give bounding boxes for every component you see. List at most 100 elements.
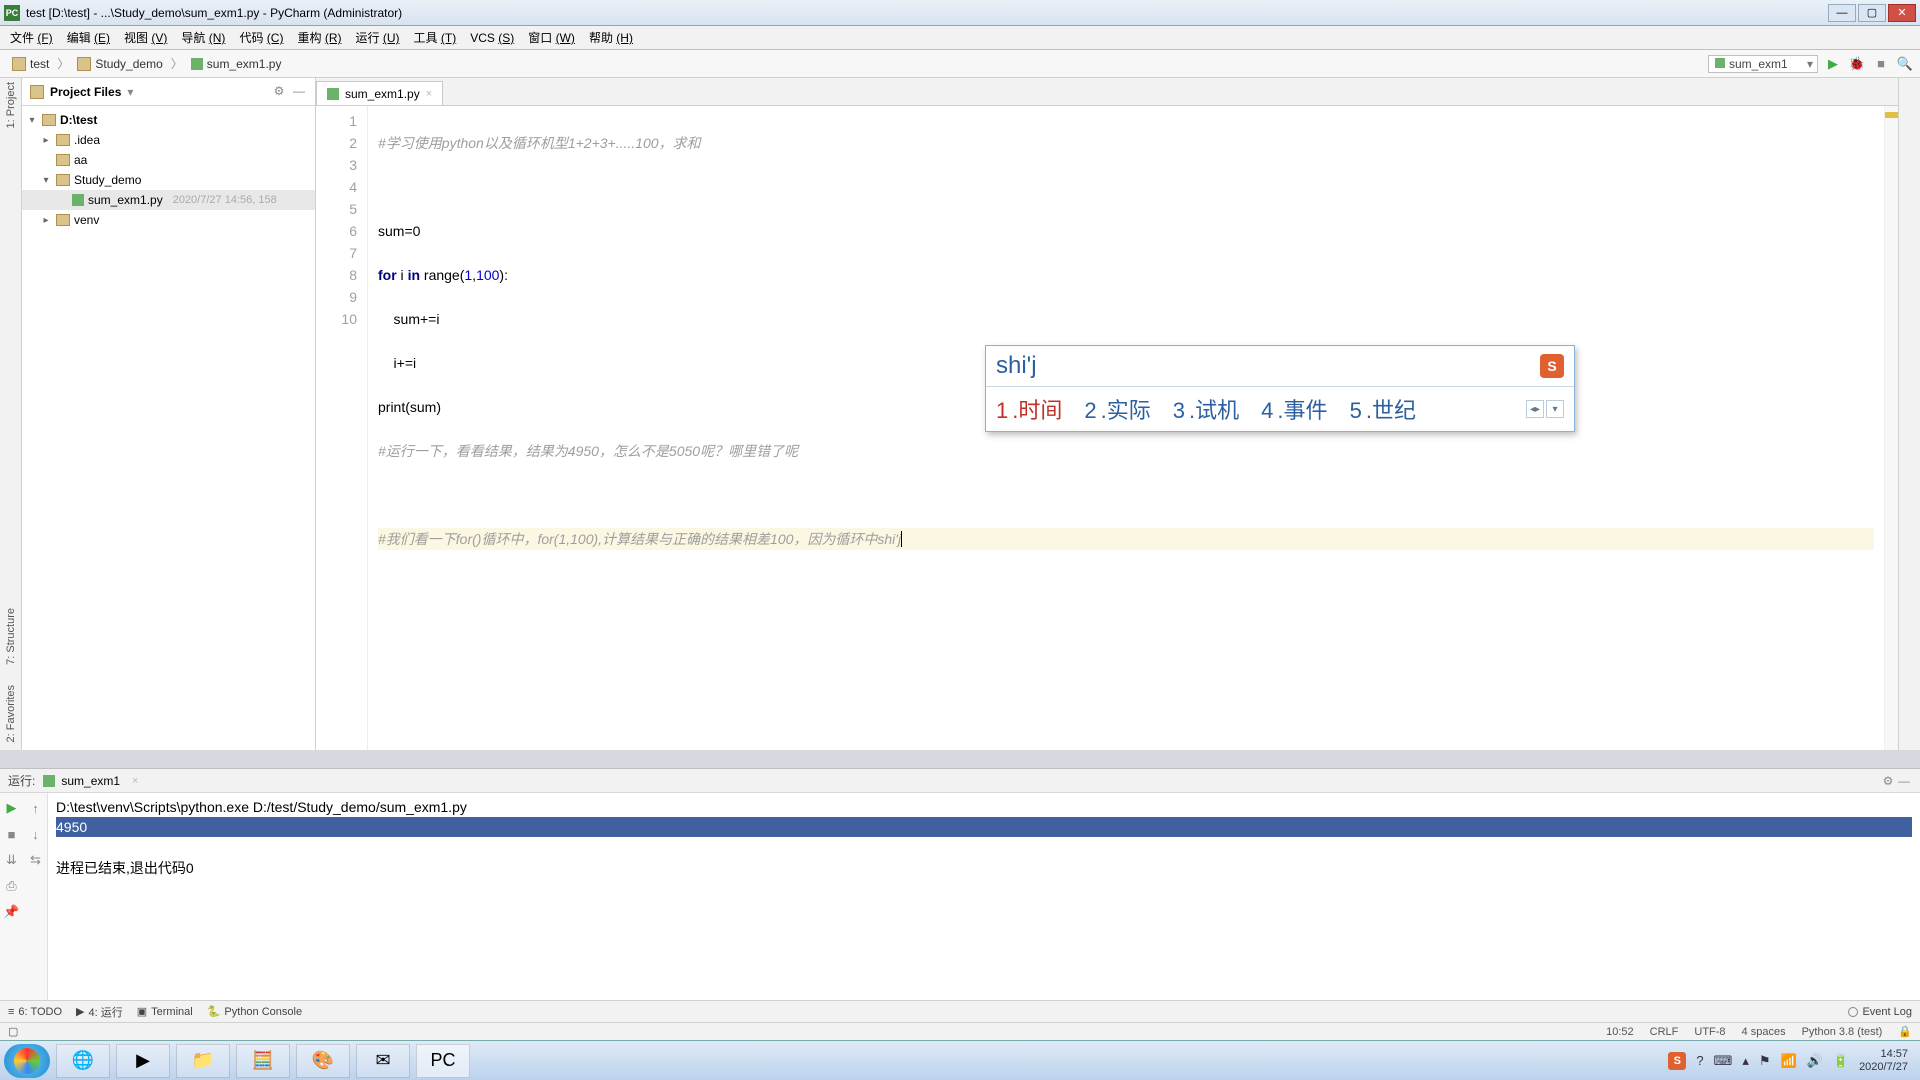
status-interpreter[interactable]: Python 3.8 (test): [1802, 1026, 1883, 1038]
stop-button[interactable]: ■: [1872, 55, 1890, 73]
down-stack-button[interactable]: ↓: [27, 825, 45, 843]
pin-button[interactable]: 📌: [3, 903, 21, 921]
status-lock-icon[interactable]: 🔒: [1898, 1025, 1912, 1038]
tray-volume-icon[interactable]: 🔊: [1807, 1053, 1823, 1069]
minimize-button[interactable]: —: [1828, 4, 1856, 22]
tab-python-console[interactable]: 🐍 Python Console: [207, 1005, 302, 1018]
tray-keyboard-icon[interactable]: ⌨: [1714, 1053, 1733, 1069]
taskbar-mail[interactable]: ✉: [356, 1044, 410, 1078]
crumb-folder[interactable]: Study_demo: [71, 55, 168, 73]
taskbar-explorer[interactable]: 📁: [176, 1044, 230, 1078]
run-console[interactable]: D:\test\venv\Scripts\python.exe D:/test/…: [48, 793, 1920, 1000]
status-caret-pos[interactable]: 10:52: [1606, 1026, 1634, 1038]
run-hide-button[interactable]: —: [1896, 774, 1912, 788]
tray-sogou-icon[interactable]: S: [1668, 1052, 1686, 1070]
warning-marker[interactable]: [1885, 112, 1898, 118]
sidebar-collapse-button[interactable]: —: [291, 84, 307, 100]
tab-event-log[interactable]: Event Log: [1848, 1006, 1912, 1018]
status-encoding[interactable]: UTF-8: [1694, 1026, 1725, 1038]
tray-flag-icon[interactable]: ⚑: [1759, 1053, 1771, 1069]
toolwindow-structure[interactable]: 7: Structure: [5, 608, 17, 665]
tray-help-icon[interactable]: ?: [1696, 1053, 1703, 1068]
rerun-button[interactable]: ▶: [3, 799, 21, 817]
taskbar-media[interactable]: ▶: [116, 1044, 170, 1078]
sidebar-settings-button[interactable]: ⚙: [271, 84, 287, 100]
tab-run[interactable]: ▶ 4: 运行: [76, 1004, 123, 1020]
run-tab-sum-exm1[interactable]: sum_exm1×: [35, 771, 146, 791]
tray-battery-icon[interactable]: 🔋: [1833, 1053, 1849, 1069]
tray-network-icon[interactable]: 📶: [1781, 1053, 1797, 1069]
python-file-icon: [327, 88, 339, 100]
up-stack-button[interactable]: ↑: [27, 799, 45, 817]
tab-terminal[interactable]: ▣ Terminal: [137, 1005, 193, 1018]
menu-window[interactable]: 窗口 (W): [522, 27, 581, 48]
tray-clock[interactable]: 14:57 2020/7/27: [1859, 1048, 1908, 1074]
status-line-sep[interactable]: CRLF: [1650, 1026, 1679, 1038]
editor-tabs: sum_exm1.py ×: [316, 78, 1898, 106]
menu-refactor[interactable]: 重构 (R): [291, 27, 347, 48]
menu-navigate[interactable]: 导航 (N): [175, 27, 231, 48]
maximize-button[interactable]: ▢: [1858, 4, 1886, 22]
taskbar-calc[interactable]: 🧮: [236, 1044, 290, 1078]
sidebar-title[interactable]: Project Files: [50, 85, 121, 99]
menu-vcs[interactable]: VCS (S): [464, 29, 520, 47]
tree-venv[interactable]: ▸venv: [22, 210, 315, 230]
close-icon[interactable]: ×: [132, 775, 138, 787]
status-indent[interactable]: 4 spaces: [1742, 1026, 1786, 1038]
stop-run-button[interactable]: ■: [3, 825, 21, 843]
file-meta: 2020/7/27 14:56, 158: [173, 194, 277, 206]
ime-candidate-window[interactable]: shi'j S 1.时间 2.实际 3.试机 4.事件 5.世纪 ◂▸ ▾: [985, 345, 1575, 432]
run-button[interactable]: ▶: [1824, 55, 1842, 73]
close-button[interactable]: ✕: [1888, 4, 1916, 22]
inspection-strip[interactable]: [1884, 106, 1898, 750]
run-config-dropdown[interactable]: sum_exm1: [1708, 55, 1818, 73]
debug-button[interactable]: 🐞: [1848, 55, 1866, 73]
tree-root[interactable]: ▾D:\test: [22, 110, 315, 130]
project-tree[interactable]: ▾D:\test ▸.idea aa ▾Study_demo sum_exm1.…: [22, 106, 315, 234]
taskbar-pycharm[interactable]: PC: [416, 1044, 470, 1078]
search-everywhere-button[interactable]: 🔍: [1896, 55, 1914, 73]
tree-idea[interactable]: ▸.idea: [22, 130, 315, 150]
menu-help[interactable]: 帮助 (H): [583, 27, 639, 48]
tab-label: sum_exm1.py: [345, 87, 420, 101]
tree-file-sum-exm1[interactable]: sum_exm1.py2020/7/27 14:56, 158: [22, 190, 315, 210]
scroll-end-button[interactable]: ⇊: [3, 851, 21, 869]
chevron-down-icon[interactable]: ▾: [127, 85, 133, 99]
folder-icon: [56, 134, 70, 146]
menu-edit[interactable]: 编辑 (E): [61, 27, 116, 48]
tray-chevron-icon[interactable]: ▴: [1742, 1053, 1749, 1069]
navigation-bar: test 〉 Study_demo 〉 sum_exm1.py sum_exm1…: [0, 50, 1920, 78]
tab-todo[interactable]: ≡ 6: TODO: [8, 1006, 62, 1018]
ime-candidate-2[interactable]: 2.实际: [1084, 393, 1150, 425]
chevron-right-icon: 〉: [55, 55, 71, 72]
ime-candidate-5[interactable]: 5.世纪: [1350, 393, 1416, 425]
start-button[interactable]: [4, 1044, 50, 1078]
run-settings-button[interactable]: ⚙: [1880, 774, 1896, 788]
tree-study-demo[interactable]: ▾Study_demo: [22, 170, 315, 190]
toolwindow-project[interactable]: 1: Project: [5, 82, 17, 128]
crumb-file[interactable]: sum_exm1.py: [185, 55, 288, 73]
menu-code[interactable]: 代码 (C): [233, 27, 289, 48]
ime-next-page[interactable]: ▾: [1546, 400, 1564, 418]
status-corner-icon[interactable]: ▢: [8, 1025, 18, 1038]
close-tab-icon[interactable]: ×: [426, 88, 432, 100]
ime-candidate-1[interactable]: 1.时间: [996, 393, 1062, 425]
ime-prev-page[interactable]: ◂▸: [1526, 400, 1544, 418]
menu-tools[interactable]: 工具 (T): [408, 27, 463, 48]
status-bar: ▢ 10:52 CRLF UTF-8 4 spaces Python 3.8 (…: [0, 1022, 1920, 1040]
menu-bar: 文件 (F) 编辑 (E) 视图 (V) 导航 (N) 代码 (C) 重构 (R…: [0, 26, 1920, 50]
taskbar-app1[interactable]: 🎨: [296, 1044, 350, 1078]
crumb-project[interactable]: test: [6, 55, 55, 73]
editor-tab-sum-exm1[interactable]: sum_exm1.py ×: [316, 81, 443, 105]
ime-candidate-4[interactable]: 4.事件: [1261, 393, 1327, 425]
menu-view[interactable]: 视图 (V): [118, 27, 173, 48]
tree-aa[interactable]: aa: [22, 150, 315, 170]
soft-wrap-button[interactable]: ⇆: [27, 851, 45, 869]
toolwindow-favorites[interactable]: 2: Favorites: [5, 685, 17, 742]
menu-file[interactable]: 文件 (F): [4, 27, 59, 48]
ime-candidate-3[interactable]: 3.试机: [1173, 393, 1239, 425]
menu-run[interactable]: 运行 (U): [350, 27, 406, 48]
taskbar-ie[interactable]: 🌐: [56, 1044, 110, 1078]
print-button[interactable]: ⎙: [3, 877, 21, 895]
ime-input-text: shi'j: [996, 352, 1037, 380]
